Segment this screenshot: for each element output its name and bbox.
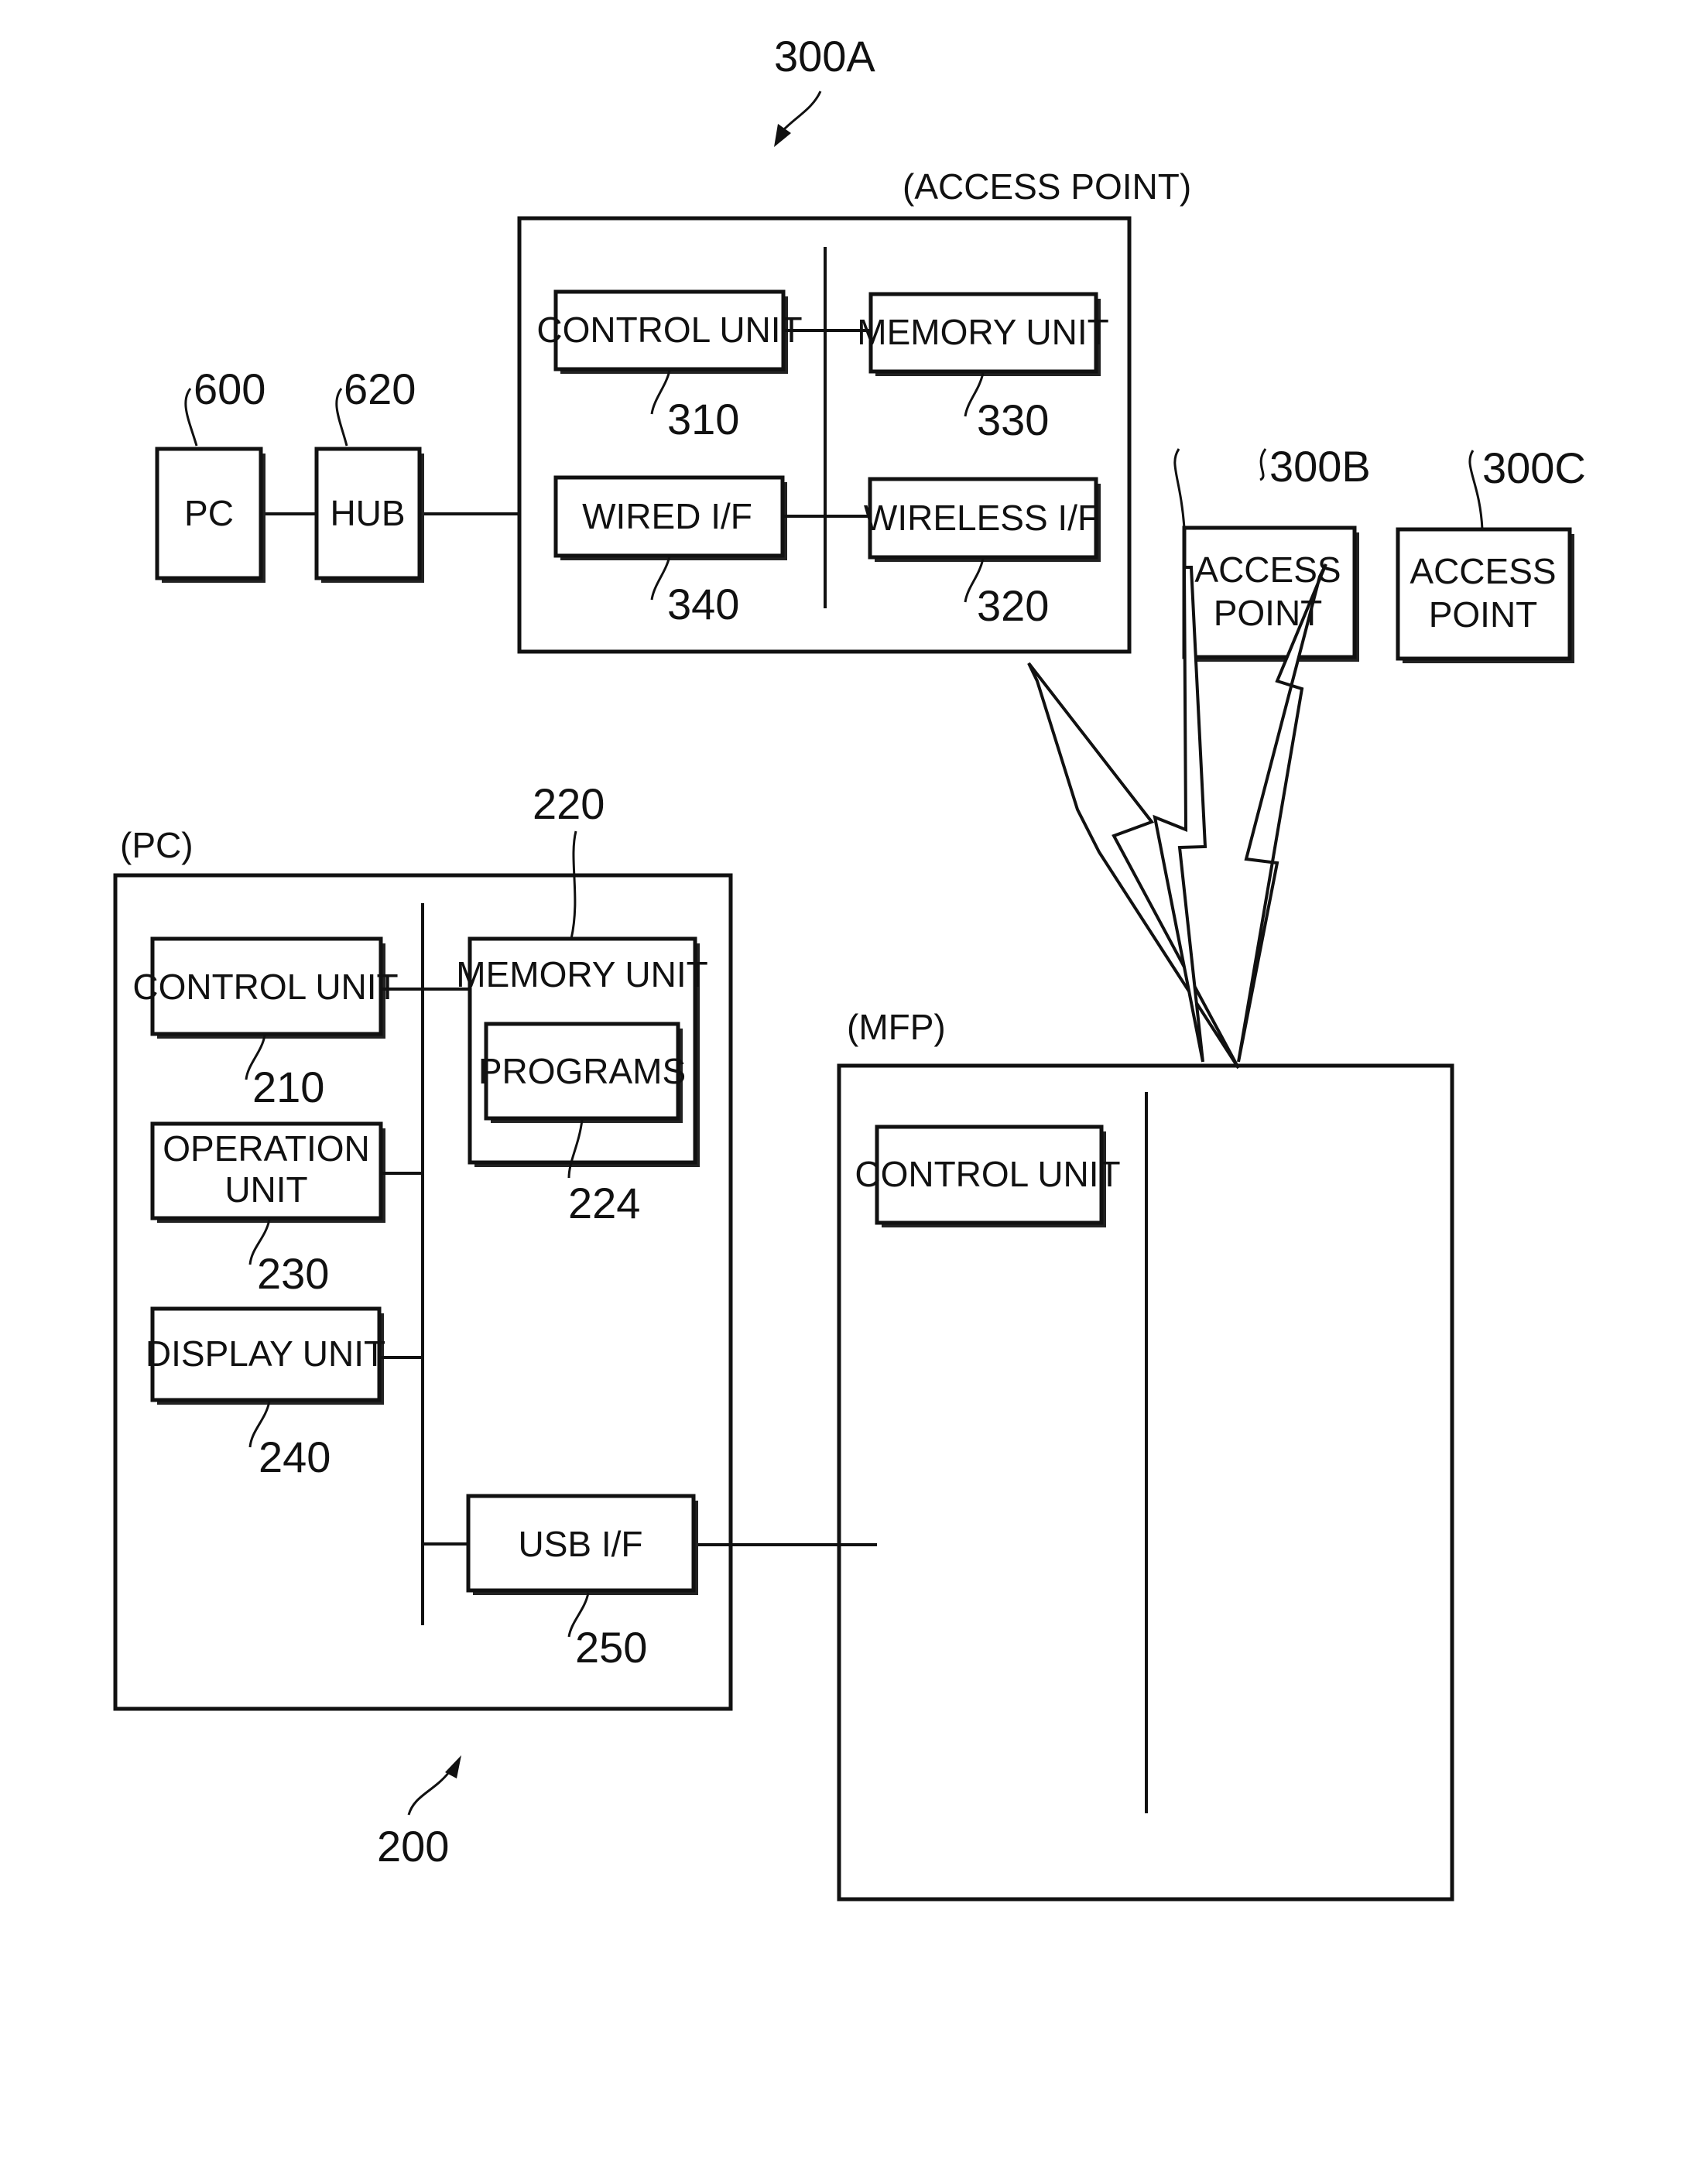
mfp-100: (MFP) CONTROL UNIT <box>837 1007 1454 1902</box>
access-point-300b: 300B ACCESS POINT <box>1182 442 1371 662</box>
access-point-300a: 300A (ACCESS POINT) CONTROL UNIT 310 MEM… <box>517 32 1191 654</box>
type-label-access-point: (ACCESS POINT) <box>903 166 1191 207</box>
hub-620-label: HUB <box>330 493 405 533</box>
leader-220 <box>570 830 577 940</box>
usb-if-250-label: USB I/F <box>518 1524 642 1564</box>
operation-unit-230-line1: OPERATION <box>163 1128 370 1169</box>
control-unit-110-label: CONTROL UNIT <box>855 1154 1120 1194</box>
type-label-pc: (PC) <box>120 825 194 865</box>
arrowhead-icon <box>774 124 791 147</box>
leader-300c <box>1468 450 1484 530</box>
type-label-mfp: (MFP) <box>847 1007 946 1047</box>
programs-224-label: PROGRAMS <box>478 1051 686 1091</box>
ref-250: 250 <box>575 1623 647 1672</box>
ref-600: 600 <box>194 365 265 413</box>
ref-620: 620 <box>344 365 416 413</box>
ref-210: 210 <box>252 1063 324 1111</box>
ref-300c: 300C <box>1482 443 1586 492</box>
memory-unit-220-label: MEMORY UNIT <box>456 954 707 994</box>
ref-330: 330 <box>977 395 1049 444</box>
ref-300a: 300A <box>774 32 875 80</box>
access-point-300c-line1: ACCESS <box>1410 551 1556 591</box>
wireless-if-320-label: WIRELESS I/F <box>864 498 1099 538</box>
wired-if-340-label: WIRED I/F <box>582 496 752 536</box>
external-wired-devices: 600 PC 620 HUB <box>155 365 519 583</box>
access-point-300c: 300C ACCESS POINT <box>1396 443 1586 663</box>
control-unit-310-label: CONTROL UNIT <box>536 310 802 350</box>
wireless-bolt-300a <box>1027 662 1240 1070</box>
leader-300b <box>1173 448 1186 529</box>
ref-240: 240 <box>259 1433 331 1481</box>
ref-320: 320 <box>977 581 1049 630</box>
ref-230: 230 <box>257 1249 329 1298</box>
operation-unit-230-line2: UNIT <box>224 1169 307 1210</box>
control-unit-210-label: CONTROL UNIT <box>132 967 398 1007</box>
ref-220: 220 <box>533 779 605 828</box>
memory-unit-330-label: MEMORY UNIT <box>857 312 1108 352</box>
leader-arrow-200 <box>407 1772 450 1816</box>
ref-310: 310 <box>667 395 739 443</box>
ref-340: 340 <box>667 580 739 628</box>
ref-200: 200 <box>377 1822 449 1871</box>
ref-300b: 300B <box>1269 442 1371 491</box>
leader-arrow-300a <box>782 91 822 132</box>
pc-200: (PC) 220 CONTROL UNIT 210 OPERATION UNIT… <box>113 779 733 1871</box>
display-unit-240-label: DISPLAY UNIT <box>146 1333 385 1374</box>
pc-600-label: PC <box>184 493 234 533</box>
ref-224: 224 <box>568 1179 640 1227</box>
access-point-300c-line2: POINT <box>1429 594 1538 635</box>
leader-300b <box>1259 448 1267 481</box>
block-diagram: 300A (ACCESS POINT) CONTROL UNIT 310 MEM… <box>113 32 1586 1902</box>
